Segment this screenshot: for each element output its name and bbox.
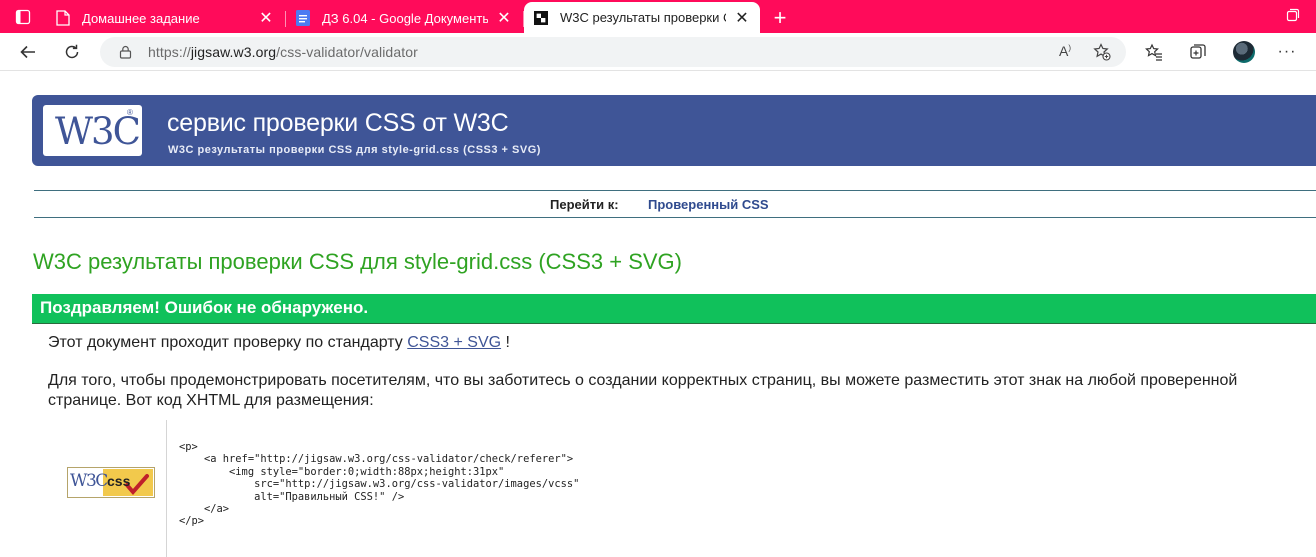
document-icon (56, 10, 70, 26)
divider (34, 217, 1316, 218)
address-bar[interactable]: https://jigsaw.w3.org/css-validator/vali… (100, 37, 1126, 67)
tab-actions-icon (15, 9, 31, 24)
favorites-button[interactable] (1143, 41, 1165, 63)
new-tab-button[interactable]: + (762, 3, 798, 33)
close-icon[interactable]: ✕ (258, 8, 274, 28)
favorites-icon (1145, 43, 1162, 61)
close-icon[interactable]: ✕ (734, 8, 750, 28)
collections-icon (1190, 44, 1206, 59)
refresh-icon (65, 44, 79, 59)
tab-actions-button[interactable] (0, 0, 46, 33)
jump-link-validated-css[interactable]: Проверенный CSS (648, 197, 769, 212)
divider (34, 190, 1316, 191)
close-icon[interactable]: ✕ (496, 8, 512, 28)
tab-w3c-results[interactable]: W3C результаты проверки CSS ✕ (524, 2, 760, 33)
standard-paragraph: Этот документ проходит проверку по станд… (48, 333, 510, 353)
tab-strip: Домашнее задание ✕ ДЗ 6.04 - Google Доку… (0, 0, 1316, 33)
plus-icon: + (773, 5, 787, 30)
url-scheme: https:// (148, 44, 191, 60)
back-button[interactable] (17, 41, 39, 63)
google-docs-icon (296, 10, 310, 26)
badge-css-text: css (107, 473, 131, 489)
standard-text: Этот документ проходит проверку по станд… (48, 334, 403, 351)
tab-homework[interactable]: Домашнее задание ✕ (46, 3, 286, 33)
browser-toolbar: https://jigsaw.w3.org/css-validator/vali… (0, 33, 1316, 71)
settings-menu-button[interactable]: ··· (1276, 41, 1298, 63)
collections-button[interactable] (1187, 41, 1209, 63)
code-divider (166, 420, 167, 557)
badge-paragraph: Для того, чтобы продемонстрировать посет… (48, 371, 1278, 411)
url-host: jigsaw.w3.org (190, 44, 277, 60)
url-text: https://jigsaw.w3.org/css-validator/vali… (148, 44, 418, 60)
standard-link[interactable]: CSS3 + SVG (407, 334, 501, 351)
refresh-button[interactable] (61, 41, 83, 63)
profile-avatar[interactable] (1233, 41, 1255, 63)
w3c-icon (534, 10, 548, 25)
lock-icon[interactable] (119, 45, 132, 59)
tab-google-docs[interactable]: ДЗ 6.04 - Google Документы ✕ (286, 3, 524, 33)
valid-css-badge[interactable]: W3C css (67, 467, 155, 498)
more-icon: ··· (1277, 43, 1297, 60)
url-path: /css-validator/validator (276, 44, 418, 60)
read-aloud-icon[interactable]: A) (1059, 43, 1071, 59)
arrow-left-icon (20, 45, 35, 59)
standard-suffix: ! (505, 334, 510, 351)
add-favorite-icon[interactable] (1093, 43, 1111, 61)
xhtml-code-snippet: <p> <a href="http://jigsaw.w3.org/css-va… (179, 441, 580, 528)
tab-title: W3C результаты проверки CSS (560, 10, 726, 25)
badge-w3c-text: W3C (70, 471, 108, 491)
badge-text-line: Для того, чтобы продемонстрировать посет… (48, 372, 1238, 389)
success-banner: Поздравляем! Ошибок не обнаружено. (32, 294, 1316, 324)
tab-title: Домашнее задание (82, 10, 200, 26)
registered-mark: ® (127, 108, 133, 117)
jump-label: Перейти к: (550, 197, 619, 212)
page-title: W3C результаты проверки CSS для style-gr… (33, 249, 682, 274)
badge-text-line: странице. Вот код XHTML для размещения: (48, 392, 374, 409)
w3c-logo[interactable]: W3C ® (43, 105, 142, 156)
w3c-banner: W3C ® сервис проверки CSS от W3C W3C рез… (32, 95, 1316, 166)
tab-title: ДЗ 6.04 - Google Документы (322, 10, 488, 26)
restore-window-icon[interactable] (1286, 8, 1300, 22)
banner-title: сервис проверки CSS от W3C (167, 109, 509, 137)
banner-subtitle: W3C результаты проверки CSS для style-gr… (168, 144, 541, 156)
